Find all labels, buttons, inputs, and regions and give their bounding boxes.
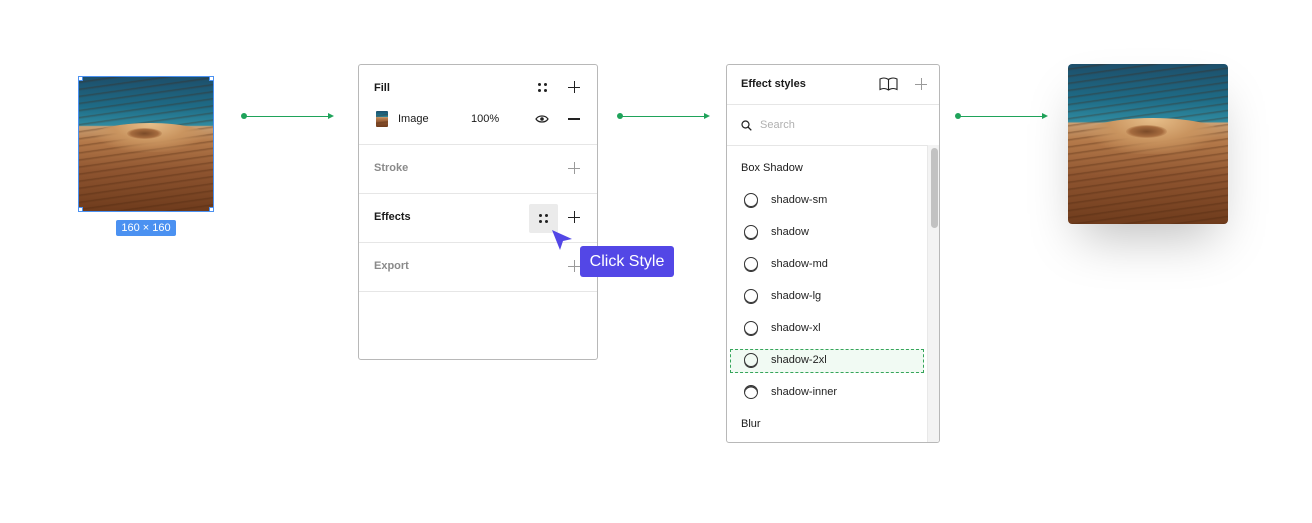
- effect-style-icon: [744, 193, 758, 207]
- stroke-title: Stroke: [374, 162, 409, 174]
- flow-arrow-3: [955, 111, 1048, 121]
- style-item-label: shadow-lg: [771, 290, 822, 302]
- scrollbar-thumb[interactable]: [931, 148, 938, 228]
- plus-icon: [568, 81, 580, 93]
- remove-fill-button[interactable]: [563, 108, 585, 130]
- fill-opacity-value[interactable]: 100%: [471, 113, 499, 125]
- size-badge: 160 × 160: [116, 220, 176, 236]
- resize-handle-bottom-right[interactable]: [209, 207, 213, 211]
- styles-dots-icon: [537, 82, 547, 92]
- minus-icon: [568, 118, 580, 120]
- flow-arrow-1: [241, 111, 334, 121]
- plus-icon: [915, 78, 927, 90]
- style-item-shadow-xl[interactable]: shadow-xl: [727, 317, 925, 341]
- result-image-with-shadow: [1068, 64, 1228, 224]
- add-style-button[interactable]: [910, 73, 932, 95]
- fill-layer-label: Image: [398, 113, 429, 125]
- style-item-shadow-inner[interactable]: shadow-inner: [727, 381, 925, 405]
- group-heading-blur: Blur: [741, 418, 761, 430]
- add-stroke-button[interactable]: [563, 157, 585, 179]
- add-fill-button[interactable]: [563, 76, 585, 98]
- style-item-label: shadow-xl: [771, 322, 821, 334]
- style-item-label: shadow-md: [771, 258, 828, 270]
- style-item-label: shadow: [771, 226, 809, 238]
- resize-handle-bottom-left[interactable]: [79, 207, 83, 211]
- effect-style-icon: [744, 225, 758, 239]
- effect-style-inner-icon: [744, 385, 758, 399]
- resize-handle-top-left[interactable]: [79, 77, 83, 81]
- effect-styles-title: Effect styles: [741, 78, 806, 90]
- toggle-visibility-button[interactable]: [531, 108, 553, 130]
- eye-icon: [535, 115, 549, 123]
- fill-title: Fill: [374, 82, 390, 94]
- desert-crater: [1125, 124, 1168, 138]
- fill-style-button[interactable]: [531, 76, 553, 98]
- export-title: Export: [374, 260, 409, 272]
- fill-section: Fill Image 100%: [359, 65, 597, 145]
- search-bar[interactable]: Search: [727, 105, 939, 146]
- plus-icon: [568, 162, 580, 174]
- desert-crater: [127, 127, 163, 139]
- effect-style-icon: [744, 353, 758, 367]
- effect-style-icon: [744, 289, 758, 303]
- stroke-section: Stroke: [359, 145, 597, 194]
- style-item-label: shadow-2xl: [771, 354, 827, 366]
- add-effect-button[interactable]: [563, 206, 585, 228]
- image-thumbnail[interactable]: [376, 111, 388, 127]
- resize-handle-top-right[interactable]: [209, 77, 213, 81]
- styles-dots-icon: [539, 214, 548, 223]
- group-heading-box-shadow: Box Shadow: [741, 162, 803, 174]
- style-item-shadow-lg[interactable]: shadow-lg: [727, 285, 925, 309]
- flow-arrow-2: [617, 111, 710, 121]
- properties-panel: Fill Image 100% Stroke Effects Export: [358, 64, 598, 360]
- library-book-icon[interactable]: [879, 77, 898, 91]
- style-item-shadow[interactable]: shadow: [727, 221, 925, 245]
- style-item-label: shadow-inner: [771, 386, 838, 398]
- scrollbar-track[interactable]: [927, 145, 939, 442]
- selected-image-frame[interactable]: [78, 76, 214, 212]
- effect-styles-header: Effect styles: [727, 65, 939, 105]
- effect-style-icon: [744, 321, 758, 335]
- cursor-pointer-icon: [552, 230, 572, 250]
- effect-styles-panel: Effect styles Search Box Shadow shadow-s…: [726, 64, 940, 443]
- plus-icon: [568, 260, 580, 272]
- click-style-tooltip: Click Style: [580, 246, 674, 277]
- style-item-label: shadow-sm: [771, 194, 828, 206]
- search-input[interactable]: Search: [760, 119, 795, 131]
- effects-title: Effects: [374, 211, 411, 223]
- style-item-shadow-md[interactable]: shadow-md: [727, 253, 925, 277]
- plus-icon: [568, 211, 580, 223]
- style-item-shadow-sm[interactable]: shadow-sm: [727, 189, 925, 213]
- effect-style-icon: [744, 257, 758, 271]
- style-item-shadow-2xl[interactable]: shadow-2xl: [730, 349, 924, 373]
- search-icon: [741, 120, 752, 131]
